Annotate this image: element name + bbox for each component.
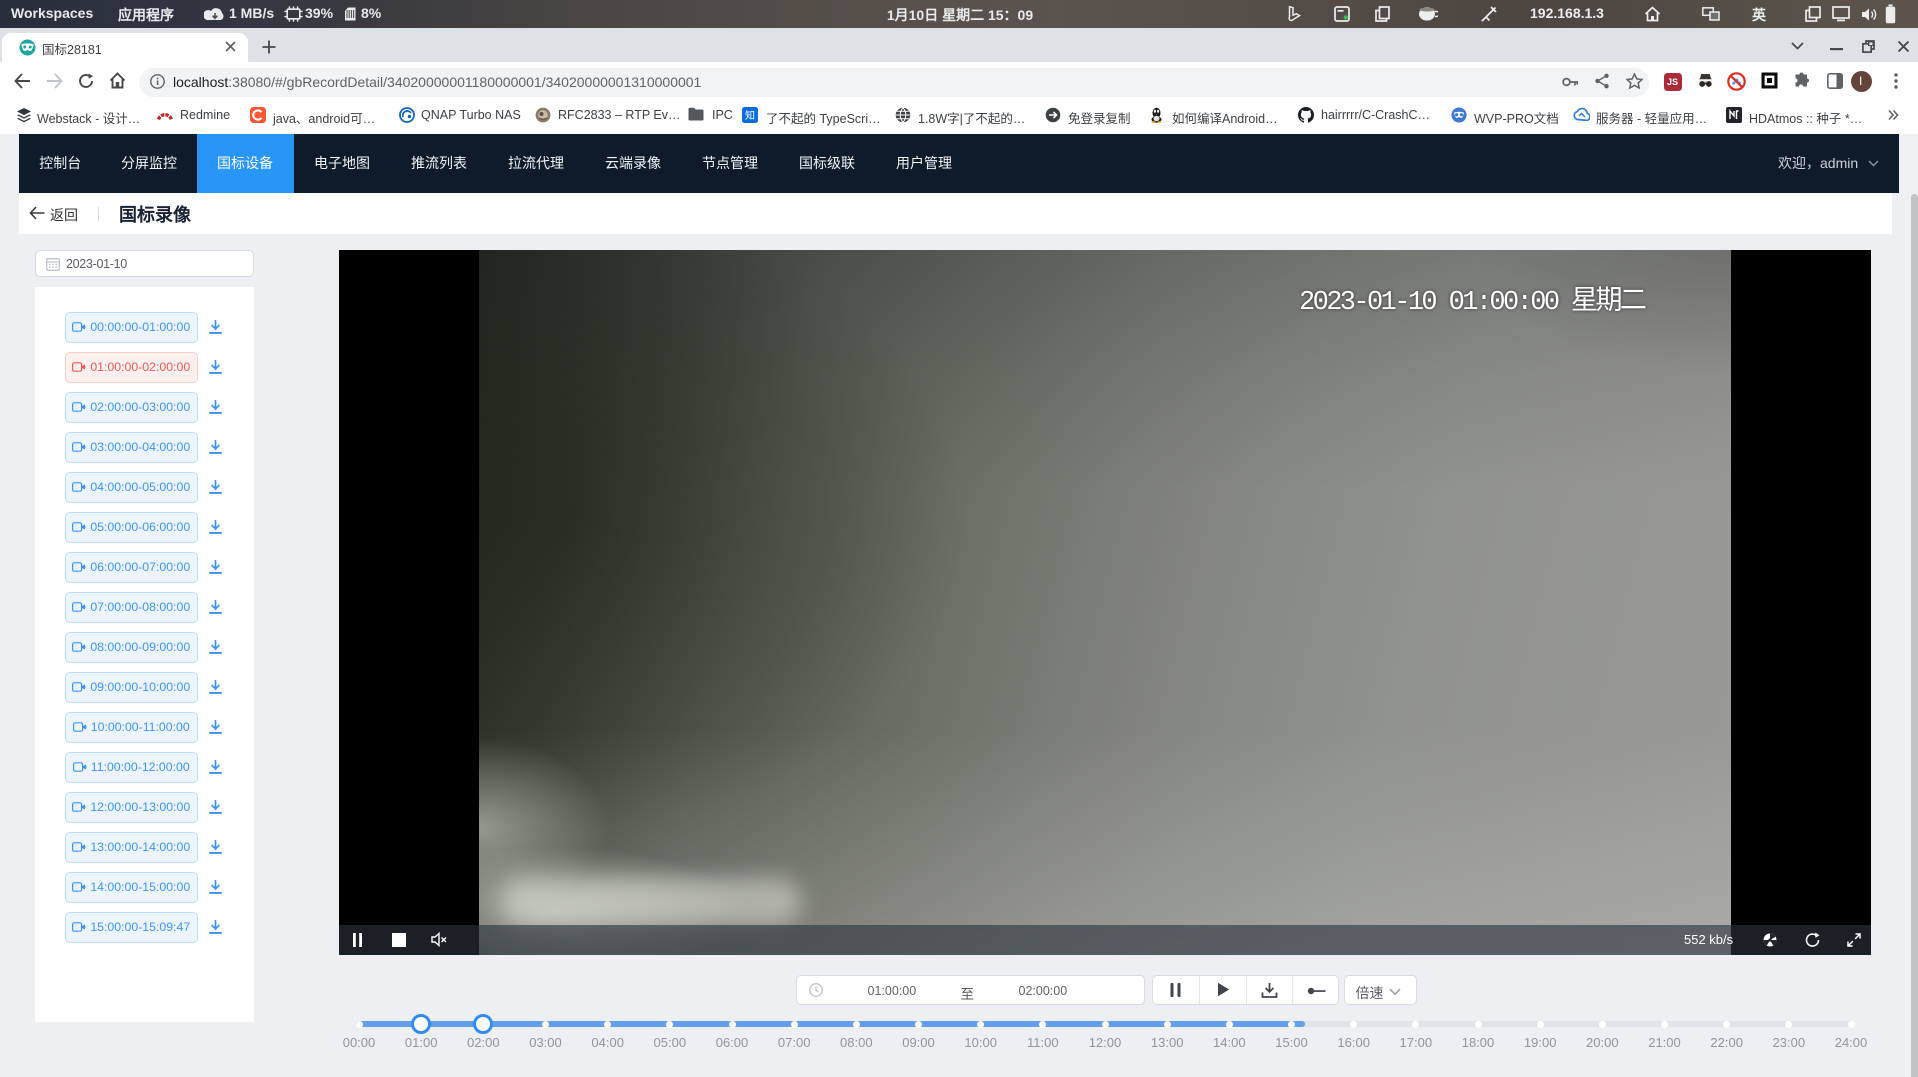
- svg-text:知: 知: [745, 107, 755, 122]
